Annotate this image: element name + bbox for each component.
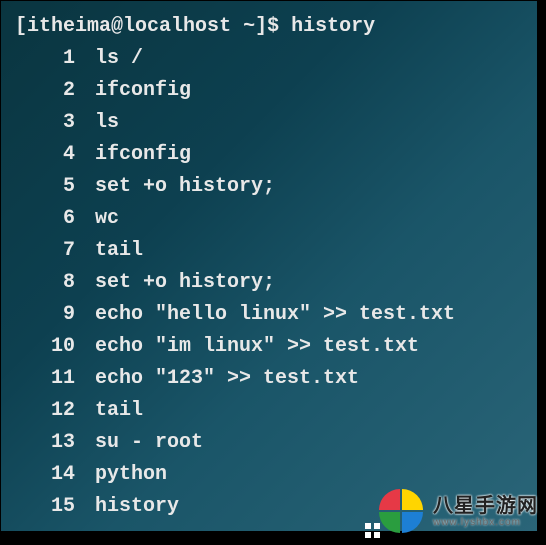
history-line-number: 4 [15,139,79,171]
history-line-number: 1 [15,43,79,75]
history-line-number: 11 [15,363,79,395]
history-command: python [79,459,167,491]
watermark-text: 八星手游网 www.lyshbx.com [433,495,538,528]
history-command: tail [79,235,143,267]
watermark-title: 八星手游网 [433,495,538,517]
history-command: ifconfig [79,75,191,107]
terminal-window[interactable]: [itheima@localhost ~]$ history 1ls /2ifc… [1,1,537,531]
history-line-number: 3 [15,107,79,139]
history-row: 2ifconfig [15,75,523,107]
history-command: echo "im linux" >> test.txt [79,331,419,363]
watermark-logo-icon [377,487,425,535]
history-command: set +o history; [79,171,275,203]
history-row: 13su - root [15,427,523,459]
history-command: wc [79,203,119,235]
history-row: 5set +o history; [15,171,523,203]
history-command: ls / [79,43,143,75]
history-command: tail [79,395,143,427]
history-command: echo "hello linux" >> test.txt [79,299,455,331]
history-row: 9echo "hello linux" >> test.txt [15,299,523,331]
history-line-number: 14 [15,459,79,491]
history-row: 11echo "123" >> test.txt [15,363,523,395]
history-row: 10echo "im linux" >> test.txt [15,331,523,363]
history-line-number: 2 [15,75,79,107]
watermark: 八星手游网 www.lyshbx.com [377,487,538,535]
history-row: 8set +o history; [15,267,523,299]
history-row: 7tail [15,235,523,267]
history-line-number: 15 [15,491,79,523]
prompt-text: [itheima@localhost ~]$ [15,15,291,38]
history-row: 6wc [15,203,523,235]
history-line-number: 5 [15,171,79,203]
history-command: set +o history; [79,267,275,299]
history-row: 12tail [15,395,523,427]
history-line-number: 12 [15,395,79,427]
history-row: 1ls / [15,43,523,75]
history-line-number: 7 [15,235,79,267]
history-command: su - root [79,427,203,459]
history-command: history [79,491,179,523]
watermark-url: www.lyshbx.com [433,517,538,528]
history-output: 1ls /2ifconfig3ls4ifconfig5set +o histor… [15,43,523,523]
history-row: 4ifconfig [15,139,523,171]
history-command: ifconfig [79,139,191,171]
history-command: ls [79,107,119,139]
history-line-number: 13 [15,427,79,459]
history-line-number: 9 [15,299,79,331]
typed-command: history [291,15,375,38]
history-line-number: 6 [15,203,79,235]
history-command: echo "123" >> test.txt [79,363,359,395]
history-row: 3ls [15,107,523,139]
history-line-number: 8 [15,267,79,299]
prompt-line: [itheima@localhost ~]$ history [15,11,523,43]
history-line-number: 10 [15,331,79,363]
